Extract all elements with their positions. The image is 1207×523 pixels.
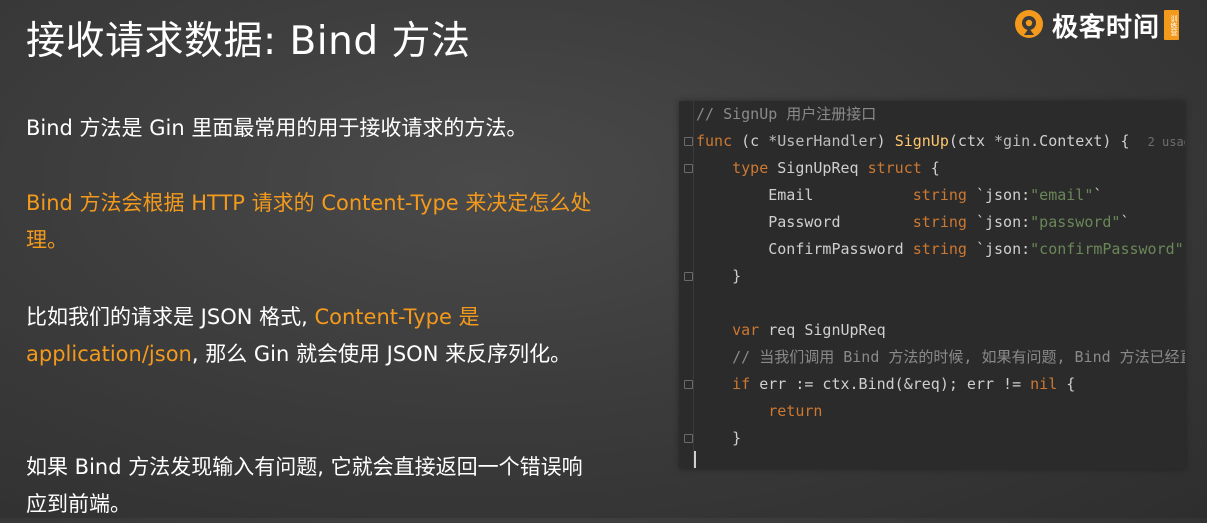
code-token: "email" [1030, 186, 1094, 204]
fold-icon[interactable] [684, 272, 693, 281]
code-line[interactable]: } [696, 425, 741, 452]
code-line[interactable]: type SignUpReq struct { [696, 155, 940, 182]
code-token: `json: [966, 213, 1031, 231]
code-token: } [696, 267, 742, 285]
geektime-logo-icon [1015, 10, 1043, 38]
code-line[interactable]: // SignUp 用户注册接口 [696, 101, 876, 128]
code-token: ConfirmPassword [696, 240, 913, 258]
paragraph-text: , 那么 Gin 就会使用 JSON 来反序列化。 [191, 342, 572, 366]
code-token: "confirmPassword" [1030, 240, 1184, 258]
slide-title: 接收请求数据: Bind 方法 [26, 19, 471, 64]
paragraph-4: 如果 Bind 方法发现输入有问题, 它就会直接返回一个错误响应到前端。 [26, 449, 601, 523]
paragraph-text: Bind 方法是 Gin 里面最常用的用于接收请求的方法。 [26, 116, 528, 140]
paragraph-3: 比如我们的请求是 JSON 格式, Content-Type 是 applica… [26, 299, 601, 373]
fold-icon[interactable] [684, 434, 693, 443]
geektime-logo: 极客时间 训练营 [1012, 4, 1180, 46]
code-line[interactable]: ConfirmPassword string `json:"confirmPas… [696, 236, 1185, 263]
code-token: SignUpReq [768, 159, 868, 177]
code-line[interactable]: // 当我们调用 Bind 方法的时候, 如果有问题, Bind 方法已经直接写… [696, 344, 1185, 371]
code-line[interactable]: } [696, 263, 741, 290]
paragraph-text: 比如我们的请求是 JSON 格式, [26, 305, 315, 329]
code-token: { [921, 159, 940, 177]
fold-icon[interactable] [684, 137, 693, 146]
code-token: func [696, 132, 733, 150]
text-cursor [694, 451, 696, 468]
code-token: // 当我们调用 Bind 方法的时候, 如果有问题, Bind 方法已经直接写… [732, 348, 1185, 366]
fold-icon[interactable] [684, 164, 693, 173]
code-token: Password [696, 213, 913, 231]
code-token: ) [876, 132, 895, 150]
code-line[interactable]: var req SignUpReq [696, 317, 886, 344]
code-token: req [759, 321, 805, 339]
code-token: `json: [966, 240, 1031, 258]
paragraph-1: Bind 方法是 Gin 里面最常用的用于接收请求的方法。 [26, 110, 626, 147]
code-token: // SignUp 用户注册接口 [696, 105, 877, 123]
code-token: `json: [966, 186, 1031, 204]
paragraph-highlight: Bind 方法会根据 HTTP 请求的 Content-Type 来决定怎么处理… [26, 191, 592, 252]
code-token: var [732, 321, 760, 339]
code-token: (ctx [948, 132, 995, 150]
fold-icon[interactable] [684, 380, 693, 389]
code-token: .Context) { [1030, 132, 1148, 150]
code-token: *gin [994, 132, 1031, 150]
editor-gutter [693, 101, 694, 469]
code-token: struct [867, 159, 922, 177]
code-token: type [732, 159, 769, 177]
paragraph-2: Bind 方法会根据 HTTP 请求的 Content-Type 来决定怎么处理… [26, 185, 601, 259]
code-token: } [696, 429, 742, 447]
code-token: if [732, 375, 751, 393]
code-line[interactable]: func (c *UserHandler) SignUp(ctx *gin.Co… [696, 128, 1185, 156]
code-token: err := ctx.Bind(&req); err != [750, 375, 1031, 393]
code-line[interactable]: if err := ctx.Bind(&req); err != nil { [696, 371, 1075, 398]
code-token: *UserHandler [768, 132, 877, 150]
code-token: SignUpReq [804, 321, 886, 339]
code-editor: // SignUp 用户注册接口 func (c *UserHandler) Si… [679, 101, 1185, 469]
paragraph-text: 如果 Bind 方法发现输入有问题, 它就会直接返回一个错误响应到前端。 [26, 455, 583, 516]
logo-badge: 训练营 [1164, 10, 1180, 40]
code-token: "password" [1030, 213, 1121, 231]
code-line[interactable]: Email string `json:"email"` [696, 182, 1102, 209]
code-token: { [1057, 375, 1076, 393]
code-token: Email [696, 186, 913, 204]
code-token: nil [1030, 375, 1058, 393]
code-token: (c [732, 132, 769, 150]
code-token: string [912, 186, 967, 204]
code-token: ` [1120, 213, 1130, 231]
code-token: ` [1093, 186, 1103, 204]
code-token: SignUp [894, 132, 949, 150]
code-token: string [912, 213, 967, 231]
code-token: ` [1184, 240, 1185, 258]
code-token: string [912, 240, 967, 258]
code-line[interactable]: return [696, 398, 822, 425]
code-line[interactable]: Password string `json:"password"` [696, 209, 1130, 236]
code-token: return [768, 402, 823, 420]
code-token: 2 usages [1147, 135, 1185, 149]
logo-text: 极客时间 [1052, 12, 1161, 43]
